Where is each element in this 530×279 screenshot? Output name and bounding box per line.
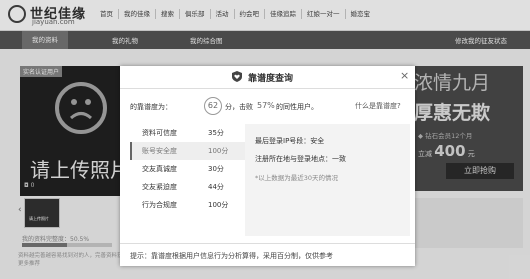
score-summary: 的靠谱度为： 62 分，击败 57% 的同性用户。 什么是靠谱度? xyxy=(130,96,410,116)
reliability-dialog: 靠谱度查询 × 的靠谱度为： 62 分，击败 57% 的同性用户。 什么是靠谱度… xyxy=(120,66,415,266)
detail-login-ip: 最后登录IP号段：安全 xyxy=(255,137,325,145)
score-value: 62 xyxy=(204,97,222,115)
metric-value: 30分 xyxy=(208,165,224,173)
metric-name: 交友真诚度 xyxy=(142,165,177,173)
metric-name: 账号安全度 xyxy=(142,147,177,155)
shield-heart-icon xyxy=(232,71,242,82)
beat-text: 的同性用户。 xyxy=(276,103,318,111)
detail-note: *以上数据为最近30天的情况 xyxy=(255,174,339,182)
close-icon[interactable]: × xyxy=(400,69,409,82)
metric-compliance[interactable]: 行为合规度 100分 xyxy=(130,196,245,214)
metric-sincerity[interactable]: 交友真诚度 30分 xyxy=(130,160,245,178)
dialog-title: 靠谱度查询 xyxy=(248,74,294,84)
metric-name: 行为合规度 xyxy=(142,201,177,209)
score-label: 的靠谱度为： xyxy=(130,103,172,111)
dialog-footer: 提示：靠谱度根据用户信息行为分析算得，采用百分制，仅供参考 xyxy=(120,243,415,267)
metric-urgency[interactable]: 交友紧迫度 44分 xyxy=(130,178,245,196)
detail-location-match: 注册所在地与登录地点：一致 xyxy=(255,155,346,163)
metric-name: 资料可信度 xyxy=(142,129,177,137)
metric-account-security[interactable]: 账号安全度 100分 xyxy=(130,142,245,160)
metric-value: 100分 xyxy=(208,147,229,155)
dialog-tip: 提示：靠谱度根据用户信息行为分析算得，采用百分制，仅供参考 xyxy=(130,252,333,260)
metric-list: 资料可信度 35分 账号安全度 100分 交友真诚度 30分 交友紧迫度 44分… xyxy=(130,124,245,214)
metric-value: 100分 xyxy=(208,201,229,209)
score-unit: 分，击败 xyxy=(225,103,253,111)
metric-profile-credibility[interactable]: 资料可信度 35分 xyxy=(130,124,245,142)
metric-value: 44分 xyxy=(208,183,224,191)
metric-value: 35分 xyxy=(208,129,224,137)
what-is-reliability-link[interactable]: 什么是靠谱度? xyxy=(355,101,401,111)
metric-details-panel: 最后登录IP号段：安全 注册所在地与登录地点：一致 *以上数据为最近30天的情况 xyxy=(245,124,410,236)
dialog-header: 靠谱度查询 × xyxy=(120,66,415,89)
metric-name: 交友紧迫度 xyxy=(142,183,177,191)
beat-percentage: 57% xyxy=(257,101,275,110)
